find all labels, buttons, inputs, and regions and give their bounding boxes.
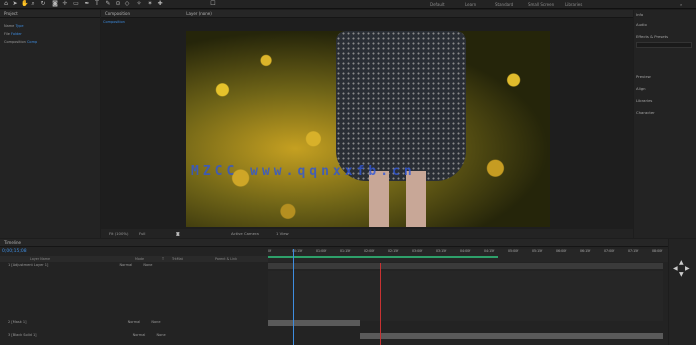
ruler-tick-label: 05:00f xyxy=(508,249,519,253)
column-layer-name: Layer Name xyxy=(30,257,50,261)
ruler-tick-label: 0f xyxy=(268,249,272,253)
ruler-tick-label: 04:00f xyxy=(460,249,471,253)
project-panel-tab[interactable]: Project xyxy=(0,10,100,18)
zoom-tool-icon[interactable]: ⌕ xyxy=(30,1,36,7)
resolution-dropdown[interactable]: Full xyxy=(139,229,146,238)
shape-tool-icon[interactable]: ▭ xyxy=(73,1,79,7)
selection-tool-icon[interactable]: ➤ xyxy=(12,1,18,7)
ruler-tick-label: 03:15f xyxy=(436,249,447,253)
timeline-tab[interactable]: Timeline xyxy=(0,239,668,247)
workspace-default[interactable]: Default xyxy=(430,1,445,8)
dress xyxy=(336,31,466,181)
ruler-tick-label: 05:15f xyxy=(532,249,543,253)
layer-bar[interactable] xyxy=(268,320,360,326)
roto-tool-icon[interactable]: ✧ xyxy=(136,1,142,7)
camera-tool-icon[interactable]: ◙ xyxy=(52,1,58,7)
timeline-column-header: Layer Name Mode T TrkMat Parent & Link xyxy=(0,256,268,262)
ruler-tick-label: 06:15f xyxy=(580,249,591,253)
ruler-tick-label: 01:15f xyxy=(340,249,351,253)
column-trkmat: TrkMat xyxy=(172,257,183,261)
audio-panel[interactable]: Audio xyxy=(636,22,647,27)
work-area-bar[interactable] xyxy=(268,256,498,258)
time-ruler[interactable]: 0f 00:15f 01:00f 01:15f 02:00f 02:15f 03:00f 03… xyxy=(268,249,668,262)
align-panel[interactable]: Align xyxy=(636,86,646,91)
character-panel[interactable]: Character xyxy=(636,110,655,115)
toolbar: ⌂ ➤ ✋ ⌕ ↻ ◙ ✛ ▭ ✒ T ✎ ⊙ ◇ ✧ ✶ ✚ ☐ Defaul… xyxy=(0,0,696,9)
eraser-tool-icon[interactable]: ◇ xyxy=(124,1,130,7)
hand-tool-icon[interactable]: ✋ xyxy=(21,1,28,7)
timeline-panel: Timeline 0;00;15;08 Layer Name Mode T Tr… xyxy=(0,239,668,345)
move-left-icon[interactable]: ◀ xyxy=(673,265,678,272)
column-mode: Mode xyxy=(135,257,144,261)
composition-viewer[interactable]: MZCC www.qqnxxfb.cn xyxy=(186,31,550,227)
comp-breadcrumb[interactable]: Composition xyxy=(103,20,133,26)
ruler-tick-label: 04:15f xyxy=(484,249,495,253)
table-row[interactable]: 2 [Mask 1] Normal None xyxy=(8,320,161,325)
clone-tool-icon[interactable]: ⊙ xyxy=(115,1,121,7)
rotate-tool-icon[interactable]: ↻ xyxy=(40,1,46,7)
ruler-tick-label: 08:00f xyxy=(652,249,663,253)
table-row[interactable]: 1 [Adjustment Layer 1] Normal None xyxy=(8,263,152,268)
ruler-tick-label: 07:00f xyxy=(604,249,615,253)
search-icon[interactable]: ⌕ xyxy=(680,1,682,8)
project-panel: Project Name Type File Folder Compositio… xyxy=(0,10,100,238)
home-icon[interactable]: ⌂ xyxy=(3,1,9,7)
snapping-checkbox-icon[interactable]: ☐ xyxy=(210,1,216,7)
preview-panel[interactable]: Preview xyxy=(636,74,651,79)
layer-bar[interactable] xyxy=(360,333,663,339)
navigator-panel: ▲ ◀ ▶ ▼ xyxy=(669,239,696,345)
right-panel: Info Audio Effects & Presets Preview Ali… xyxy=(634,10,696,238)
ruler-tick-label: 02:00f xyxy=(364,249,375,253)
puppet-tool-icon[interactable]: ✶ xyxy=(147,1,153,7)
ruler-tick-label: 03:00f xyxy=(412,249,423,253)
workspace-small-screen[interactable]: Small Screen xyxy=(528,1,554,8)
workspace-libraries[interactable]: Libraries xyxy=(565,1,582,8)
viewer-controls: Fit (100%) Full ◙ Active Camera 1 View xyxy=(101,229,633,238)
composition-tab[interactable]: Composition Layer (none) xyxy=(101,10,633,18)
effects-search-input[interactable] xyxy=(636,42,692,48)
layer-bar[interactable] xyxy=(268,263,663,269)
workspace-standard[interactable]: Standard xyxy=(495,1,513,8)
ruler-tick-label: 02:15f xyxy=(388,249,399,253)
project-row[interactable]: File Folder xyxy=(4,32,22,37)
workspace-learn[interactable]: Learn xyxy=(465,1,476,8)
views-dropdown[interactable]: 1 View xyxy=(276,229,289,238)
keyframe-area[interactable] xyxy=(268,271,663,321)
libraries-panel[interactable]: Libraries xyxy=(636,98,652,103)
marker-line xyxy=(380,263,381,345)
pin-tool-icon[interactable]: ✚ xyxy=(157,1,163,7)
ruler-tick-label: 06:00f xyxy=(556,249,567,253)
move-right-icon[interactable]: ▶ xyxy=(685,265,690,272)
move-down-icon[interactable]: ▼ xyxy=(679,271,684,278)
ruler-tick-label: 01:00f xyxy=(316,249,327,253)
camera-dropdown[interactable]: Active Camera xyxy=(231,229,259,238)
playhead[interactable] xyxy=(293,249,294,345)
move-up-icon[interactable]: ▲ xyxy=(679,259,684,266)
current-time[interactable]: 0;00;15;08 xyxy=(2,249,27,254)
effects-presets-panel[interactable]: Effects & Presets xyxy=(636,34,668,39)
pen-tool-icon[interactable]: ✒ xyxy=(84,1,90,7)
leg-left xyxy=(369,171,389,227)
zoom-dropdown[interactable]: Fit (100%) xyxy=(109,229,128,238)
table-row[interactable]: 3 [Black Solid 1] Normal None xyxy=(8,333,166,338)
brush-tool-icon[interactable]: ✎ xyxy=(105,1,111,7)
pan-behind-tool-icon[interactable]: ✛ xyxy=(62,1,68,7)
project-row[interactable]: Composition Comp xyxy=(4,40,37,45)
watermark-text: MZCC www.qqnxxfb.cn xyxy=(191,164,416,179)
leg-right xyxy=(406,171,426,227)
ruler-tick-label: 07:15f xyxy=(628,249,639,253)
camera-icon[interactable]: ◙ xyxy=(176,229,180,238)
column-parent: Parent & Link xyxy=(215,257,237,261)
project-row[interactable]: Name Type xyxy=(4,24,24,29)
info-panel[interactable]: Info xyxy=(636,12,643,17)
column-t: T xyxy=(162,257,165,261)
text-tool-icon[interactable]: T xyxy=(94,1,100,7)
